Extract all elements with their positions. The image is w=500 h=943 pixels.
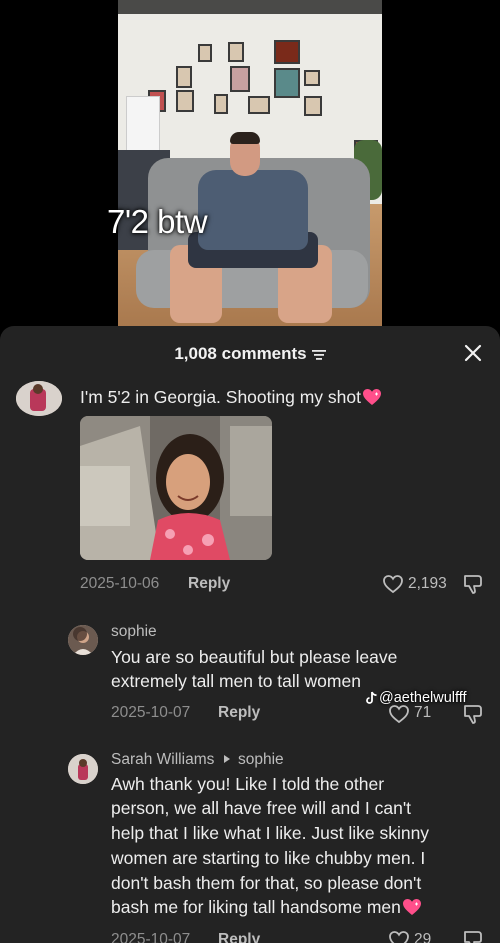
wall-frame [248,96,270,114]
reply-text-line: extremely tall men to tall women [111,671,361,691]
dislike-icon[interactable] [462,574,486,594]
avatar[interactable] [68,754,98,784]
reply-arrow-icon [223,755,230,763]
reply-text-content: bash me for liking tall handsome men [111,897,401,917]
reply-target[interactable]: sophie [238,751,284,768]
video-caption: 7'2 btw [107,203,208,240]
watermark-handle: @aethelwulfff [379,690,467,706]
comment-date: 2025-10-06 [80,575,160,592]
wall-frame [274,40,300,64]
dislike-icon[interactable] [462,704,486,724]
heart-emoji [402,899,421,915]
comment-photo[interactable] [80,416,272,560]
reply-author-line: Sarah Williams sophie [111,751,284,769]
reply-author[interactable]: sophie [111,623,157,641]
reply-text-line: don't bash them for that, so please don'… [111,873,422,893]
comment-text-content: I'm 5'2 in Georgia. Shooting my shot [80,387,361,407]
tiktok-icon [366,691,377,705]
reply-button[interactable]: Reply [218,704,260,722]
filter-icon[interactable] [311,349,326,361]
heart-icon[interactable] [388,704,410,724]
heart-icon[interactable] [388,930,410,943]
reply-text-line: Awh thank you! Like I told the other [111,774,385,794]
dislike-icon[interactable] [462,930,486,943]
reply-date: 2025-10-07 [111,931,191,943]
wall-frame [176,90,194,112]
avatar[interactable] [16,381,62,416]
heart-emoji [363,389,381,405]
reply-button[interactable]: Reply [218,931,260,943]
comment-text: I'm 5'2 in Georgia. Shooting my shot [80,385,382,409]
reply-text-line: women are starting to like chubby men. I [111,848,426,868]
comments-header: 1,008 comments [0,326,500,382]
heart-icon[interactable] [382,574,404,594]
reply-text-line: person, we all have free will and I can'… [111,798,412,818]
wall-frame [176,66,192,88]
avatar[interactable] [68,625,98,655]
video-person-hair [230,132,260,144]
reply-text-line: help that I like what I like. Just like … [111,823,430,843]
wall-frame [228,42,244,62]
like-count: 2,193 [408,575,447,592]
wall-frame [304,70,320,86]
comments-title[interactable]: 1,008 comments [0,344,500,364]
wall-frame [230,66,250,92]
comments-count-label: 1,008 comments [174,344,307,363]
wall-frame [274,68,300,98]
comments-sheet: 1,008 comments I'm 5'2 in Georgia. Shoot… [0,326,500,943]
reply-author[interactable]: Sarah Williams [111,751,214,768]
wall-frame [304,96,322,116]
close-icon[interactable] [463,343,483,363]
reply-text-line: You are so beautiful but please leave [111,647,398,667]
reply-date: 2025-10-07 [111,704,191,721]
like-count: 29 [414,931,432,943]
video-person-torso [198,170,308,250]
like-count: 71 [414,704,432,721]
reply-text-line: bash me for liking tall handsome men [111,895,422,919]
wall-frame [214,94,228,114]
reply-button[interactable]: Reply [188,575,230,593]
video-player[interactable] [118,0,382,326]
tiktok-watermark: @aethelwulfff [366,690,467,706]
video-ceiling [118,0,382,14]
wall-frame [198,44,212,62]
